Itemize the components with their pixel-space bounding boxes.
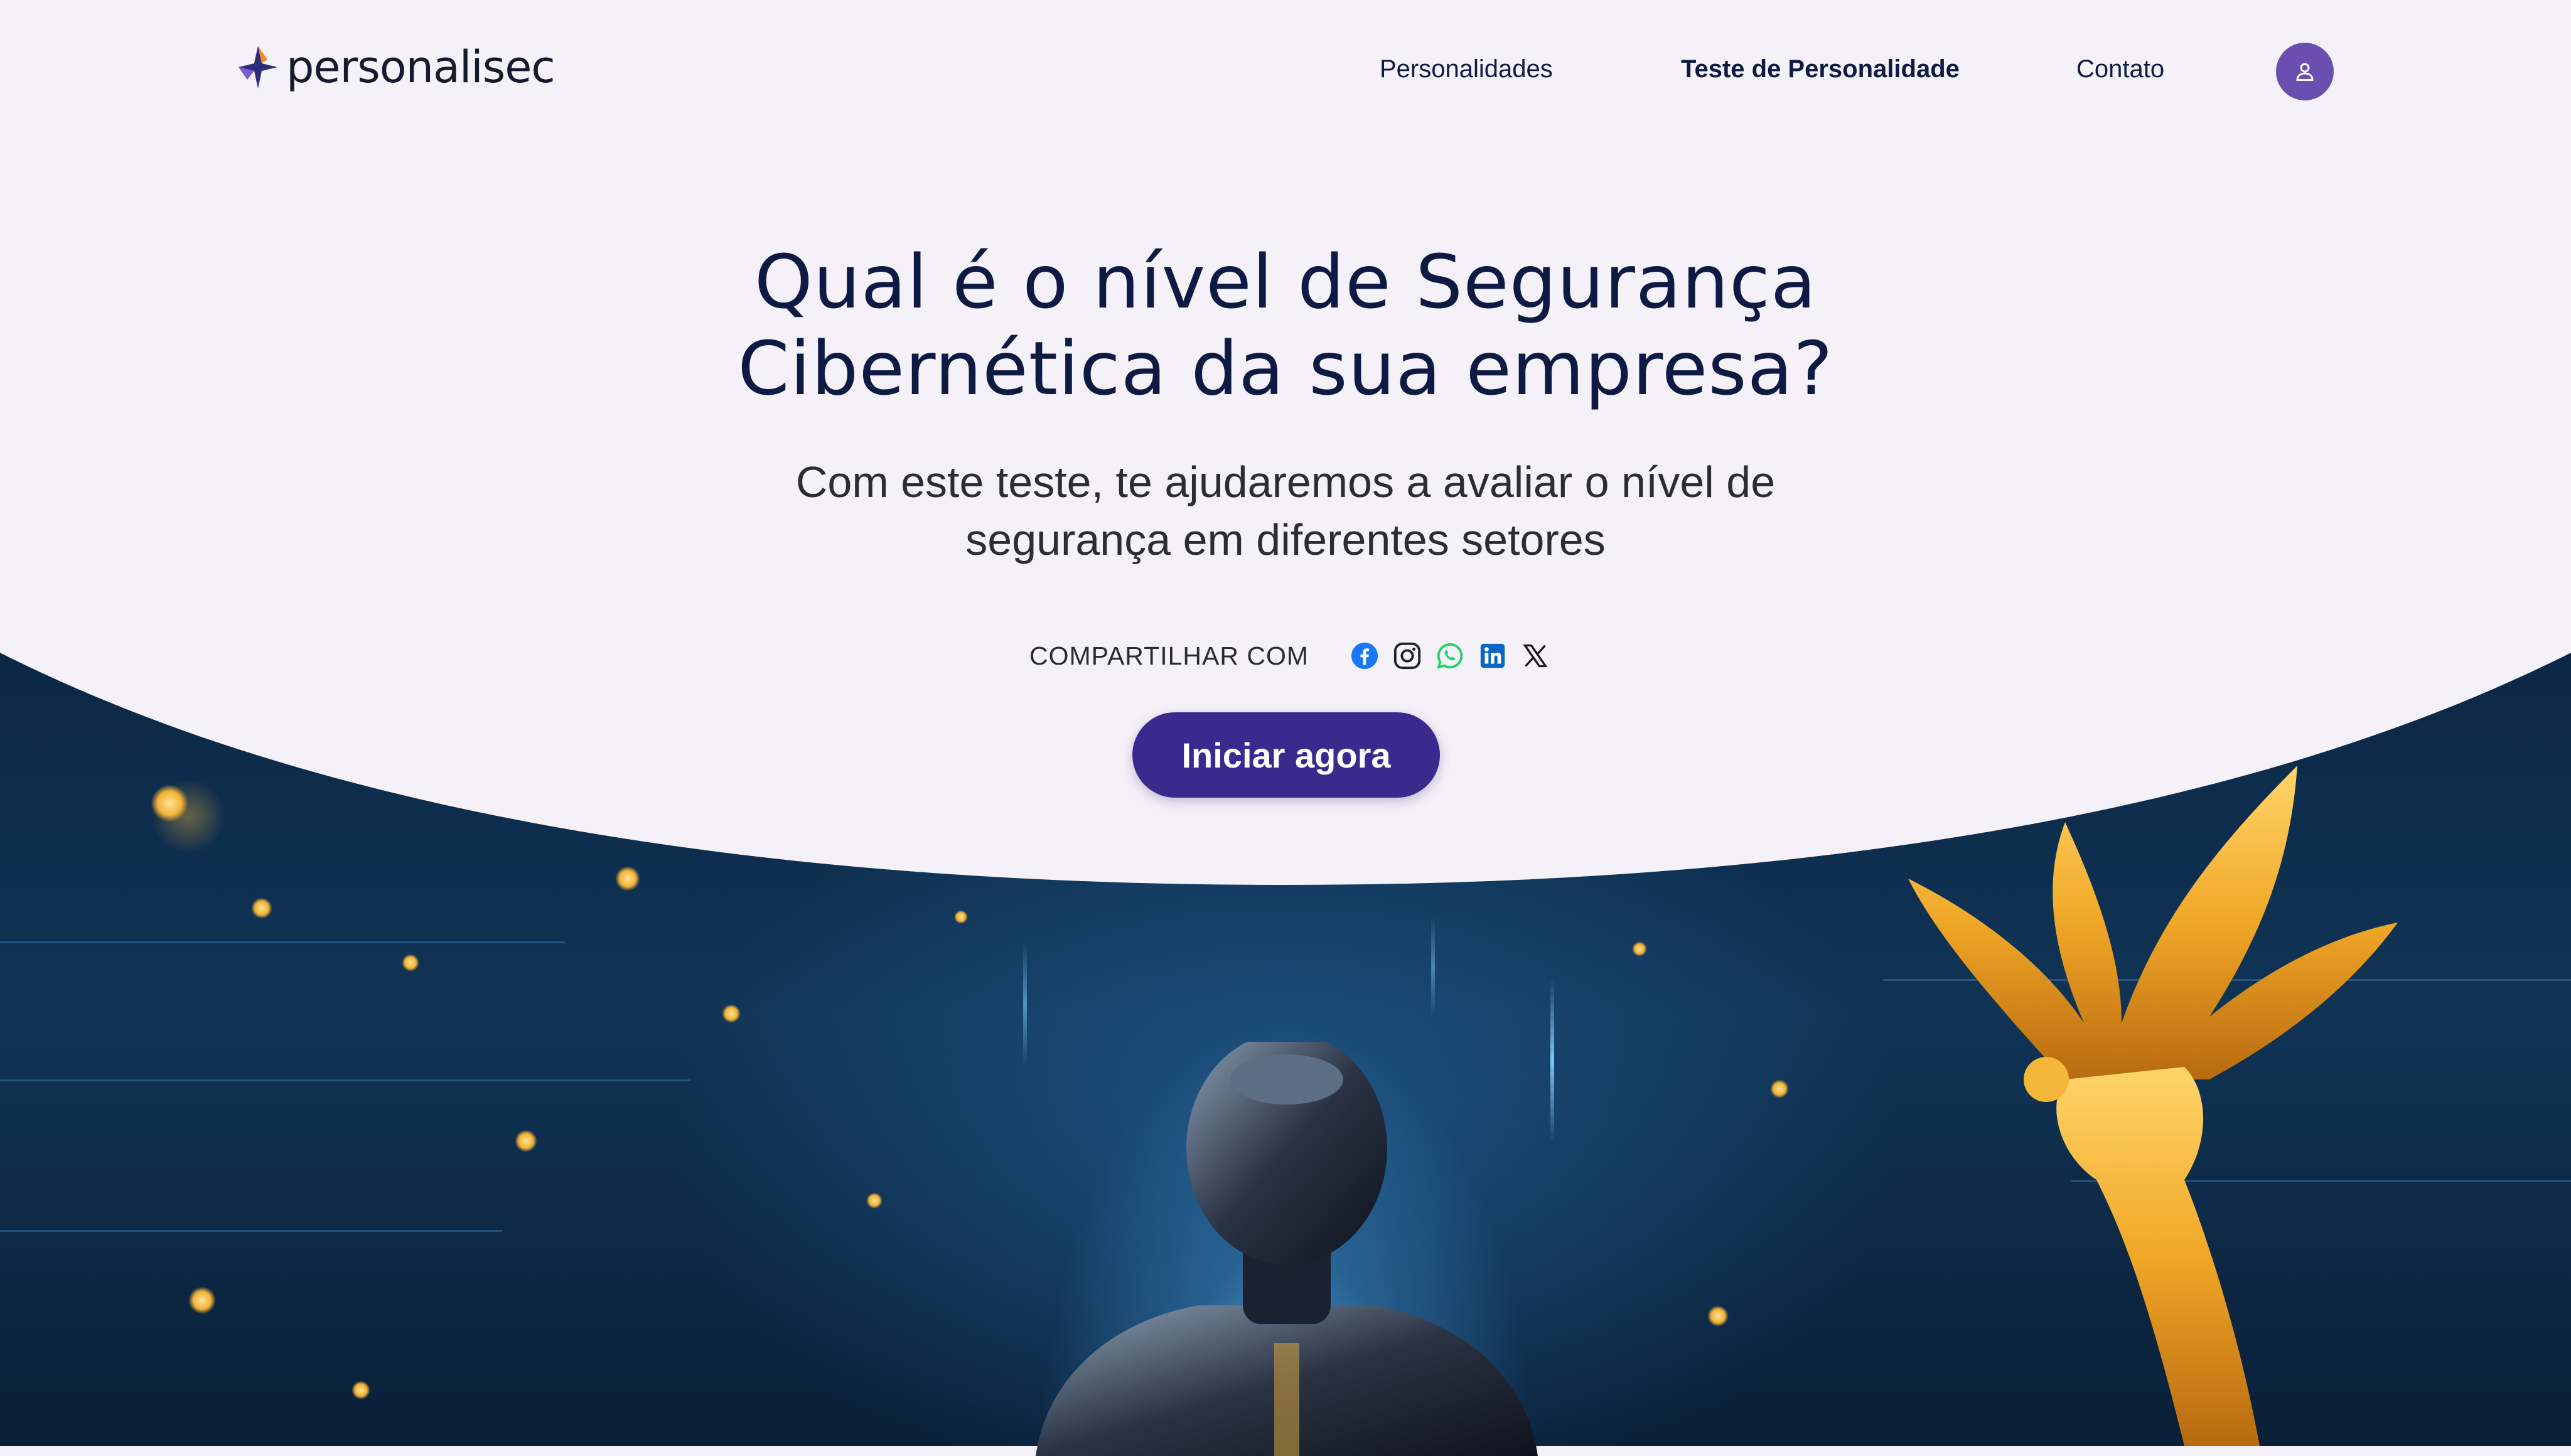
title-line-1: Qual é o nível de Segurança	[754, 238, 1817, 325]
title-line-2: Cibernética da sua empresa?	[738, 325, 1833, 412]
robot-figure	[1036, 1042, 1538, 1456]
logo-text: personalisec	[286, 41, 556, 93]
site-header: personalisec Personalidades Teste de Per…	[0, 0, 2571, 144]
instagram-icon[interactable]	[1392, 640, 1423, 672]
nav-link-teste-de-personalidade[interactable]: Teste de Personalidade	[1681, 55, 1960, 83]
whatsapp-icon[interactable]	[1434, 640, 1466, 672]
user-icon	[2296, 63, 2314, 81]
page-subtitle: Com este teste, te ajudaremos a avaliar …	[721, 453, 1850, 569]
subtitle-line-2: segurança em diferentes setores	[965, 515, 1606, 564]
logo[interactable]: personalisec	[236, 41, 556, 93]
start-now-button[interactable]: Iniciar agora	[1132, 712, 1440, 798]
subtitle-line-1: Com este teste, te ajudaremos a avaliar …	[795, 458, 1776, 506]
share-row: COMPARTILHAR COM	[1029, 634, 1562, 678]
x-icon[interactable]	[1520, 640, 1551, 672]
nav-link-personalidades[interactable]: Personalidades	[1380, 55, 1553, 83]
share-label: COMPARTILHAR COM	[1029, 641, 1309, 670]
logo-star-icon	[239, 46, 277, 88]
user-account-button[interactable]	[2276, 43, 2334, 100]
linkedin-icon[interactable]	[1477, 640, 1508, 672]
nav-link-contato[interactable]: Contato	[2076, 55, 2164, 83]
page-title: Qual é o nível de Segurança Cibernética …	[532, 238, 2039, 412]
facebook-icon[interactable]	[1349, 640, 1380, 672]
